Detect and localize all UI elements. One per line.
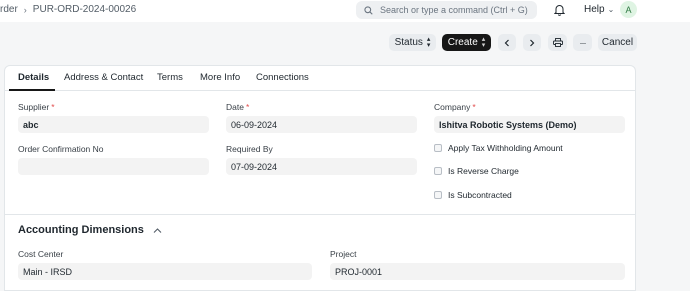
tab-details[interactable]: Details	[18, 72, 49, 83]
active-tab-indicator	[9, 89, 55, 91]
status-button[interactable]: Status ▴ ▾	[389, 34, 436, 51]
form-card: Details Address & Contact Terms More Inf…	[4, 65, 636, 291]
notification-bell-icon[interactable]	[554, 4, 565, 16]
project-field[interactable]: PROJ-0001	[330, 263, 625, 280]
updown-icon: ▴ ▾	[481, 35, 486, 49]
status-button-label: Status	[394, 37, 423, 48]
print-button[interactable]	[548, 34, 567, 51]
cancel-button-label: Cancel	[601, 37, 634, 48]
required-marker: *	[472, 102, 476, 112]
chevron-up-icon	[153, 227, 162, 233]
tab-address-contact[interactable]: Address & Contact	[64, 72, 143, 83]
chevron-down-icon: ⌄	[607, 5, 615, 14]
accounting-dimensions-header[interactable]: Accounting Dimensions	[18, 224, 162, 236]
help-label: Help	[584, 4, 605, 15]
more-actions-button[interactable]: ···	[573, 34, 592, 51]
apply-tax-withholding-checkbox[interactable]: Apply Tax Withholding Amount	[434, 143, 563, 153]
create-button[interactable]: Create ▴ ▾	[442, 34, 491, 51]
order-confirmation-no-field[interactable]	[18, 158, 209, 175]
chevron-right-icon	[530, 39, 535, 46]
date-field[interactable]: 06-09-2024	[226, 116, 417, 133]
tab-terms[interactable]: Terms	[157, 72, 183, 83]
search-placeholder: Search or type a command (Ctrl + G)	[380, 5, 528, 15]
chevron-left-icon	[504, 39, 509, 46]
is-subcontracted-checkbox[interactable]: Is Subcontracted	[434, 190, 512, 200]
date-label-text: Date	[226, 102, 244, 112]
supplier-field[interactable]: abc	[18, 116, 209, 133]
search-bar[interactable]: Search or type a command (Ctrl + G)	[356, 1, 537, 19]
date-label: Date *	[226, 102, 249, 112]
required-by-field[interactable]: 07-09-2024	[226, 158, 417, 175]
supplier-label: Supplier *	[18, 102, 55, 112]
company-label: Company *	[434, 102, 476, 112]
checkbox-label: Is Reverse Charge	[448, 166, 519, 176]
checkbox-label: Is Subcontracted	[448, 190, 512, 200]
previous-button[interactable]	[498, 34, 516, 51]
cancel-button[interactable]: Cancel	[598, 34, 637, 51]
create-button-label: Create	[447, 37, 478, 48]
order-confirmation-no-label: Order Confirmation No	[18, 144, 104, 154]
more-icon: ···	[579, 37, 587, 48]
checkbox-label: Apply Tax Withholding Amount	[448, 143, 563, 153]
breadcrumb-parent[interactable]: rder	[0, 4, 18, 15]
updown-icon: ▴ ▾	[426, 35, 431, 49]
required-marker: *	[51, 102, 55, 112]
search-icon	[364, 5, 373, 15]
avatar[interactable]: A	[620, 1, 637, 18]
breadcrumb-current[interactable]: PUR-ORD-2024-00026	[33, 4, 136, 15]
company-field[interactable]: Ishitva Robotic Systems (Demo)	[434, 116, 625, 133]
section-title: Accounting Dimensions	[18, 224, 144, 236]
cost-center-field[interactable]: Main - IRSD	[18, 263, 312, 280]
cost-center-label: Cost Center	[18, 249, 64, 259]
company-label-text: Company	[434, 102, 471, 112]
section-divider	[5, 214, 635, 215]
tab-more-info[interactable]: More Info	[200, 72, 240, 83]
breadcrumb-separator: ›	[23, 4, 27, 15]
required-marker: *	[245, 102, 250, 112]
is-reverse-charge-checkbox[interactable]: Is Reverse Charge	[434, 166, 519, 176]
form-tabs: Details Address & Contact Terms More Inf…	[5, 66, 635, 91]
checkbox-box[interactable]	[434, 167, 442, 175]
next-button[interactable]	[523, 34, 541, 51]
top-navbar: rder › PUR-ORD-2024-00026 Search or type…	[0, 0, 690, 22]
checkbox-box[interactable]	[434, 191, 442, 199]
breadcrumb: rder › PUR-ORD-2024-00026	[0, 4, 136, 15]
help-menu[interactable]: Help ⌄	[584, 4, 614, 15]
project-label: Project	[330, 249, 357, 259]
printer-icon	[552, 38, 563, 47]
tab-connections[interactable]: Connections	[256, 72, 309, 83]
required-by-label: Required By	[226, 144, 273, 154]
supplier-label-text: Supplier	[18, 102, 50, 112]
checkbox-box[interactable]	[434, 144, 442, 152]
